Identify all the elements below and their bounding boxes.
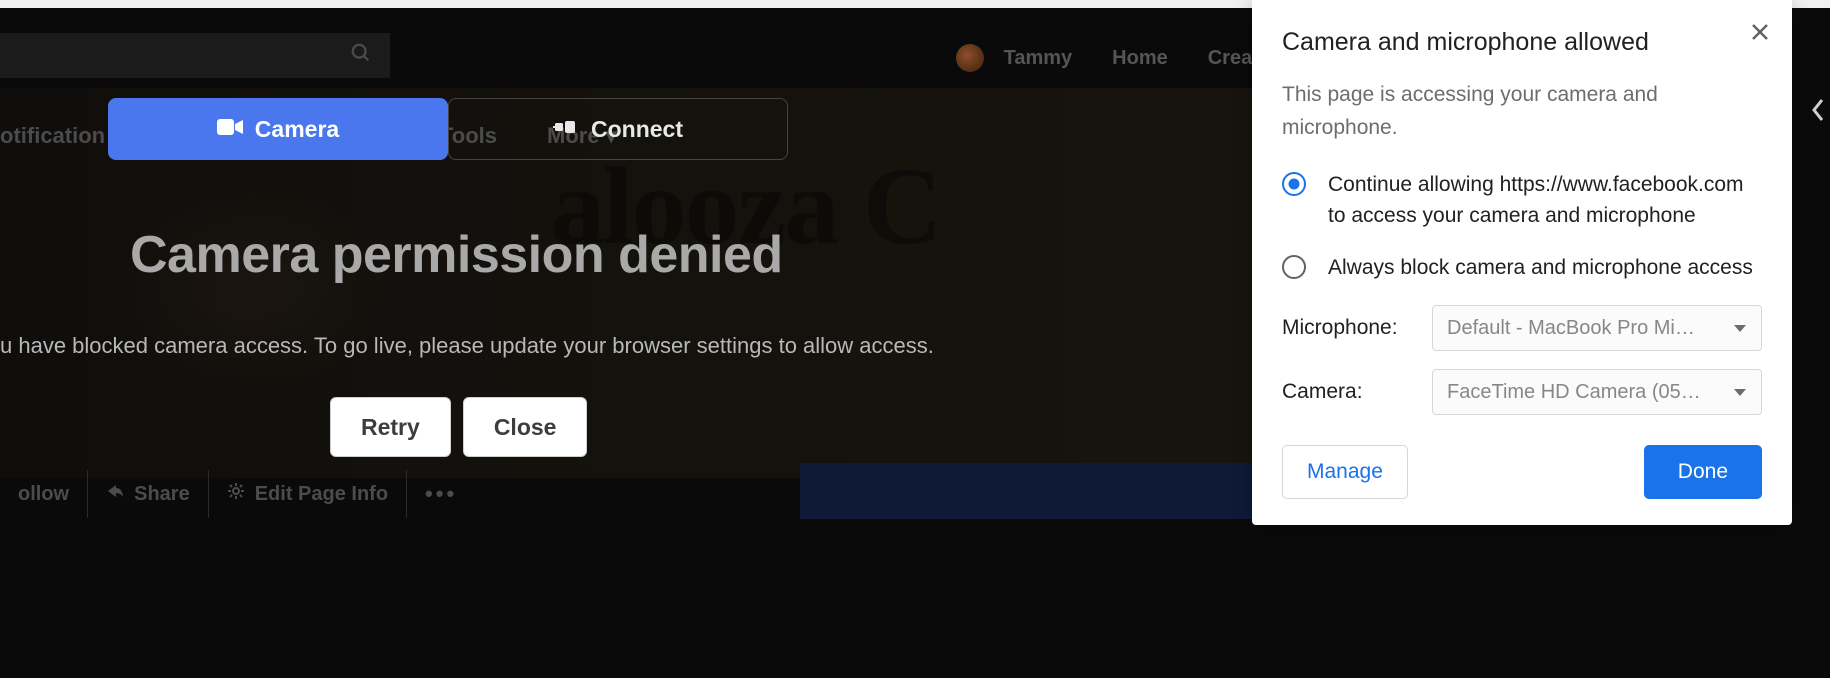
radio-block[interactable]: Always block camera and microphone acces… [1282, 253, 1762, 283]
share-label: Share [134, 483, 190, 506]
microphone-value: Default - MacBook Pro Mi… [1447, 317, 1695, 340]
dialog-buttons: Manage Done [1282, 445, 1762, 499]
microphone-label: Microphone: [1282, 316, 1412, 340]
source-tabs: Camera Connect [108, 98, 960, 160]
radio-allow[interactable]: Continue allowing https://www.facebook.c… [1282, 170, 1762, 231]
denied-buttons: Retry Close [330, 397, 960, 457]
camera-row: Camera: FaceTime HD Camera (05… [1282, 369, 1762, 415]
page-actions-bar: ollow Share Edit Page Info ••• [0, 468, 475, 520]
dialog-body: This page is accessing your camera and m… [1282, 79, 1762, 144]
share-button[interactable]: Share [88, 470, 209, 518]
camera-label: Camera: [1282, 380, 1412, 404]
go-live-panel: Camera Connect Camera permission denied … [0, 28, 960, 457]
close-icon [1750, 29, 1770, 46]
permissions-dialog: Camera and microphone allowed This page … [1252, 0, 1792, 525]
radio-selected-icon [1282, 172, 1306, 196]
manage-button[interactable]: Manage [1282, 445, 1408, 499]
edit-page-info-button[interactable]: Edit Page Info [209, 470, 407, 518]
camera-value: FaceTime HD Camera (05… [1447, 381, 1701, 404]
follow-button[interactable]: ollow [0, 470, 88, 518]
top-nav-right: Tammy Home Create [956, 44, 1270, 72]
chevron-down-icon [1725, 381, 1747, 404]
retry-button[interactable]: Retry [330, 397, 451, 457]
microphone-select[interactable]: Default - MacBook Pro Mi… [1432, 305, 1762, 351]
follow-label: ollow [18, 483, 69, 506]
chevron-down-icon [1725, 317, 1747, 340]
gear-icon [227, 482, 245, 506]
plug-icon [553, 116, 579, 143]
share-icon [106, 482, 124, 506]
tab-camera[interactable]: Camera [108, 98, 448, 160]
nav-user-name[interactable]: Tammy [1004, 47, 1073, 70]
nav-home[interactable]: Home [1112, 47, 1168, 70]
microphone-row: Microphone: Default - MacBook Pro Mi… [1282, 305, 1762, 351]
radio-block-label: Always block camera and microphone acces… [1328, 253, 1753, 283]
close-button[interactable]: Close [463, 397, 588, 457]
tab-camera-label: Camera [255, 116, 339, 143]
more-actions-button[interactable]: ••• [407, 481, 475, 507]
radio-allow-label: Continue allowing https://www.facebook.c… [1328, 170, 1762, 231]
expand-panel-button[interactable] [1806, 90, 1830, 130]
permission-denied-subtext: u have blocked camera access. To go live… [0, 333, 960, 359]
permission-denied-heading: Camera permission denied [130, 225, 960, 285]
tab-connect-label: Connect [591, 116, 683, 143]
tab-connect[interactable]: Connect [448, 98, 788, 160]
camera-select[interactable]: FaceTime HD Camera (05… [1432, 369, 1762, 415]
dialog-close-button[interactable] [1750, 22, 1770, 47]
done-button[interactable]: Done [1644, 445, 1762, 499]
edit-page-info-label: Edit Page Info [255, 483, 388, 506]
camera-icon [217, 116, 243, 143]
dialog-title: Camera and microphone allowed [1282, 28, 1762, 57]
radio-unselected-icon [1282, 255, 1306, 279]
